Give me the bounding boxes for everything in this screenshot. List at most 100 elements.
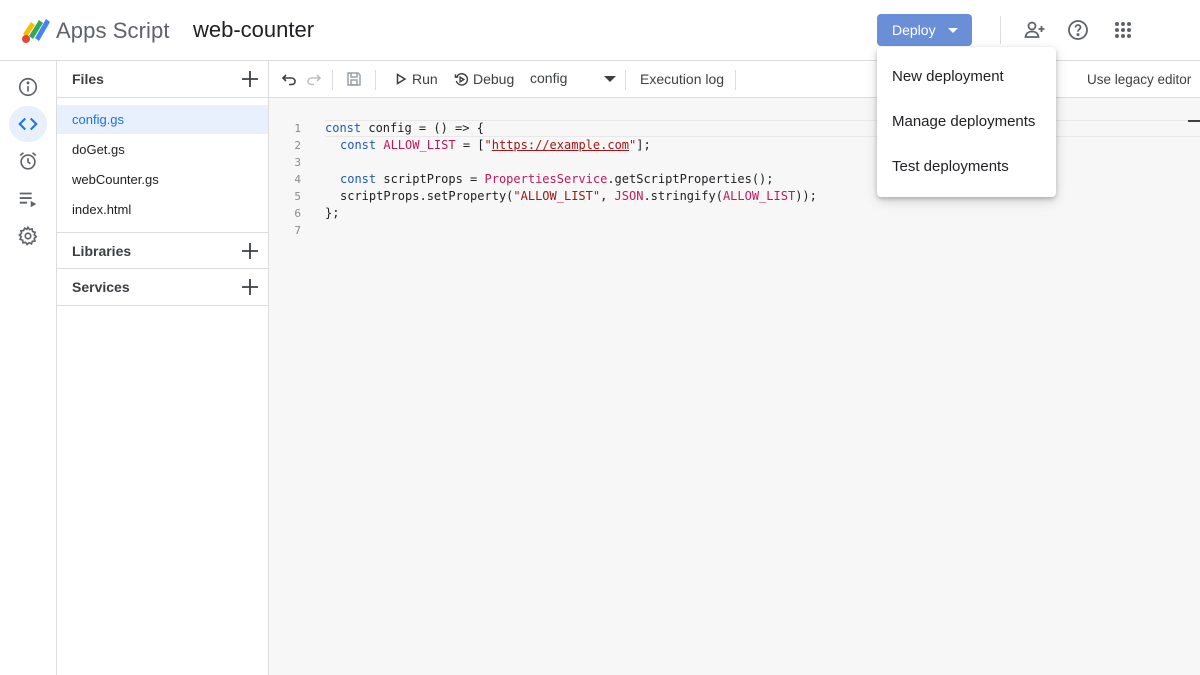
code-token: ,	[600, 189, 615, 203]
file-name: webCounter.gs	[72, 172, 159, 187]
editor-toolbar: Run Debug config Execution log Use legac…	[269, 61, 1200, 98]
gear-icon	[18, 225, 38, 246]
code-token: config = () => {	[361, 121, 484, 135]
file-item-webcounter[interactable]: webCounter.gs	[57, 165, 268, 194]
file-item-doget[interactable]: doGet.gs	[57, 135, 268, 164]
line-number: 1	[294, 122, 301, 135]
code-token: scriptProps =	[376, 172, 485, 186]
rail-item-overview[interactable]	[9, 69, 47, 105]
file-name: index.html	[72, 202, 132, 217]
toolbar-divider	[625, 70, 626, 90]
menu-item-new-deployment[interactable]: New deployment	[877, 54, 1056, 99]
line-number: 2	[294, 139, 301, 152]
deploy-menu: New deployment Manage deployments Test d…	[877, 47, 1056, 197]
debug-label: Debug	[473, 71, 515, 87]
menu-item-label: Test deployments	[892, 158, 1009, 175]
add-library-icon[interactable]	[240, 241, 260, 261]
app-name: Apps Script	[56, 18, 170, 43]
help-icon[interactable]	[1066, 18, 1090, 42]
services-title: Services	[72, 279, 130, 295]
left-rail	[0, 61, 57, 675]
function-select-value: config	[530, 70, 568, 86]
file-name: doGet.gs	[72, 142, 125, 157]
code-token: scriptProps.setProperty(	[340, 189, 514, 203]
redo-icon[interactable]	[306, 71, 322, 87]
rail-item-settings[interactable]	[9, 218, 47, 254]
code-token: "	[484, 138, 492, 152]
code-token: ));	[795, 189, 817, 203]
line-number: 5	[294, 190, 301, 203]
code-icon	[18, 117, 38, 131]
caret-down-icon	[948, 27, 958, 33]
code-editor[interactable]: 1 2 3 4 5 6 7 const config = () => { con…	[269, 98, 1200, 675]
add-service-icon[interactable]	[240, 277, 260, 297]
function-select[interactable]: config	[530, 70, 616, 90]
code-line-2: const ALLOW_LIST = ["https://example.com…	[340, 138, 651, 152]
file-name: config.gs	[72, 112, 125, 127]
legacy-editor-label: Use legacy editor	[1087, 71, 1192, 87]
code-line-1: const config = () => {	[325, 121, 484, 135]
code-line-5: scriptProps.setProperty("ALLOW_LIST", JS…	[340, 189, 817, 203]
code-line-6: };	[325, 206, 339, 220]
execution-log-button[interactable]: Execution log	[640, 61, 724, 97]
code-token: ];	[636, 138, 651, 152]
alarm-icon	[19, 152, 37, 170]
rail-item-editor[interactable]	[9, 106, 47, 142]
line-number: 3	[294, 156, 301, 169]
menu-item-label: Manage deployments	[892, 113, 1036, 130]
run-button[interactable]: Run	[395, 61, 438, 97]
overview-ruler-mark	[1188, 120, 1200, 122]
debug-icon	[454, 72, 469, 86]
line-number: 6	[294, 207, 301, 220]
menu-item-manage-deployments[interactable]: Manage deployments	[877, 99, 1056, 144]
debug-button[interactable]: Debug	[454, 61, 514, 97]
code-token: ALLOW_LIST	[722, 189, 796, 203]
code-line-4: const scriptProps = PropertiesService.ge…	[340, 172, 774, 186]
code-token: JSON	[614, 189, 644, 203]
info-icon	[18, 77, 38, 97]
code-token: ALLOW_LIST	[383, 138, 456, 152]
code-token: .stringify(	[643, 189, 723, 203]
play-icon	[396, 73, 407, 85]
apps-script-logo[interactable]	[20, 16, 52, 44]
rail-item-executions[interactable]	[9, 181, 47, 217]
code-token: const	[340, 138, 377, 152]
code-token: = [	[455, 138, 485, 152]
apps-grid-icon[interactable]	[1111, 18, 1135, 42]
libraries-title: Libraries	[72, 242, 132, 259]
code-token: const	[340, 172, 377, 186]
deploy-button-label: Deploy	[892, 22, 936, 38]
run-label: Run	[412, 71, 438, 87]
files-title: Files	[72, 71, 104, 87]
files-section-header: Files	[57, 61, 268, 98]
execution-log-label: Execution log	[640, 71, 725, 87]
toolbar-divider	[375, 70, 376, 90]
code-token: const	[325, 121, 362, 135]
add-file-icon[interactable]	[240, 69, 260, 89]
caret-down-icon	[604, 76, 616, 82]
project-name[interactable]: web-counter	[193, 17, 314, 43]
code-token: "ALLOW_LIST"	[513, 189, 601, 203]
file-item-config[interactable]: config.gs	[57, 105, 268, 134]
toolbar-divider	[735, 70, 736, 90]
services-section-header[interactable]: Services	[57, 269, 268, 306]
legacy-editor-link[interactable]: Use legacy editor	[1087, 61, 1191, 97]
menu-item-test-deployments[interactable]: Test deployments	[877, 144, 1056, 189]
files-panel: Files config.gs doGet.gs webCounter.gs i…	[57, 61, 269, 675]
header-divider	[1000, 16, 1001, 44]
undo-icon[interactable]	[281, 71, 297, 87]
deploy-button[interactable]: Deploy	[877, 14, 972, 46]
code-token: PropertiesService	[484, 172, 608, 186]
code-token: .getScriptProperties();	[607, 172, 774, 186]
menu-item-label: New deployment	[892, 68, 1004, 85]
add-collaborator-icon[interactable]	[1023, 18, 1047, 42]
libraries-section-header[interactable]: Libraries	[57, 232, 268, 269]
line-number: 4	[294, 173, 301, 186]
code-token: };	[325, 206, 340, 220]
file-item-index[interactable]: index.html	[57, 195, 268, 224]
rail-item-triggers[interactable]	[9, 143, 47, 179]
toolbar-divider	[332, 70, 333, 90]
code-url-link[interactable]: https://example.com	[492, 138, 629, 152]
save-icon[interactable]	[346, 71, 362, 87]
executions-list-icon	[19, 192, 37, 208]
